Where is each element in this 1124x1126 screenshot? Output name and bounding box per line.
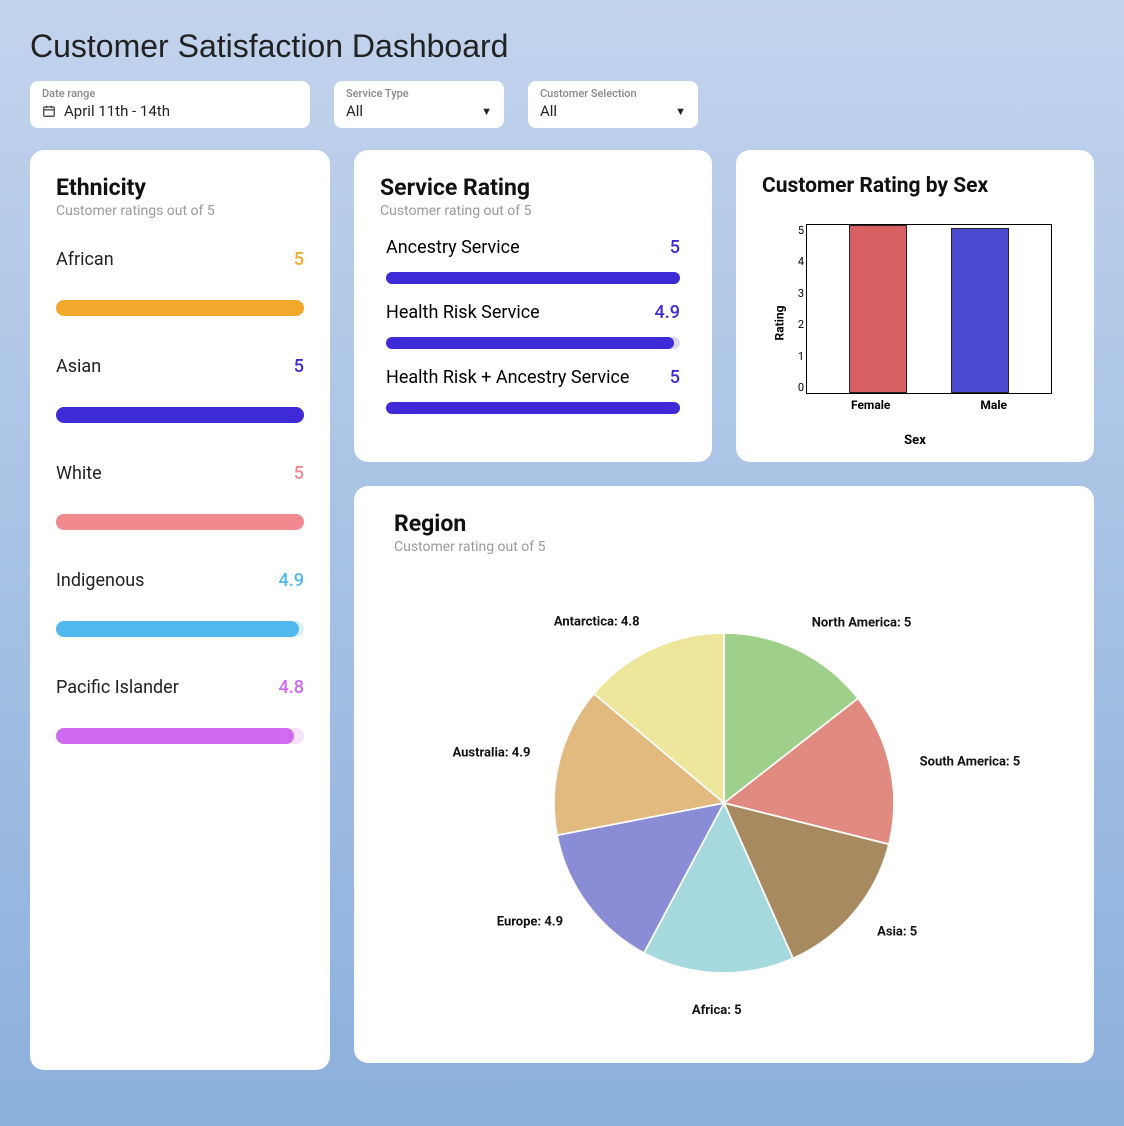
x-tick: Female [851, 398, 890, 412]
service-bar [386, 337, 680, 349]
region-title: Region [394, 510, 1054, 537]
ethnicity-item-name: African [56, 249, 114, 270]
ethnicity-bar [56, 728, 304, 744]
ethnicity-item: Pacific Islander 4.8 [56, 677, 304, 744]
ethnicity-bar [56, 407, 304, 423]
sex-bar-female [849, 225, 907, 393]
ethnicity-subtitle: Customer ratings out of 5 [56, 203, 304, 219]
ethnicity-item-name: Pacific Islander [56, 677, 179, 698]
service-bar [386, 272, 680, 284]
pie-label: Africa: 5 [692, 1003, 742, 1018]
service-item: Health Risk Service 4.9 [380, 302, 686, 349]
date-range-value: April 11th - 14th [64, 102, 170, 120]
sex-chart-ylabel: Rating [772, 306, 786, 341]
sex-bar-male [951, 228, 1009, 393]
ethnicity-bar [56, 621, 304, 637]
ethnicity-item: Asian 5 [56, 356, 304, 423]
date-range-filter[interactable]: Date range April 11th - 14th [30, 81, 310, 128]
date-range-label: Date range [42, 87, 298, 100]
customer-selection-label: Customer Selection [540, 87, 686, 100]
chevron-down-icon: ▼ [481, 105, 492, 118]
ethnicity-item-name: Indigenous [56, 570, 144, 591]
chevron-down-icon: ▼ [675, 105, 686, 118]
ethnicity-item-value: 4.8 [279, 677, 304, 698]
ethnicity-card: Ethnicity Customer ratings out of 5 Afri… [30, 150, 330, 1070]
pie-label: Australia: 4.9 [452, 745, 530, 760]
ethnicity-item-name: Asian [56, 356, 101, 377]
customer-selection-value: All [540, 102, 557, 120]
service-item-name: Health Risk + Ancestry Service [386, 367, 629, 388]
service-type-filter[interactable]: Service Type All ▼ [334, 81, 504, 128]
service-item-value: 5 [670, 367, 680, 388]
filters-row: Date range April 11th - 14th Service Typ… [30, 81, 1094, 128]
region-card: Region Customer rating out of 5 North Am… [354, 486, 1094, 1063]
ethnicity-item-value: 4.9 [279, 570, 304, 591]
pie-label: North America: 5 [812, 616, 912, 631]
sex-bar-chart: Rating 012345 FemaleMale Sex [770, 218, 1060, 428]
service-item: Ancestry Service 5 [380, 237, 686, 284]
calendar-icon [42, 104, 56, 118]
ethnicity-item-value: 5 [294, 463, 304, 484]
y-tick: 4 [788, 255, 804, 268]
service-item-value: 5 [670, 237, 680, 258]
ethnicity-item-value: 5 [294, 249, 304, 270]
y-tick: 1 [788, 350, 804, 363]
service-rating-card: Service Rating Customer rating out of 5 … [354, 150, 712, 462]
ethnicity-item: African 5 [56, 249, 304, 316]
ethnicity-bar [56, 300, 304, 316]
ethnicity-item: White 5 [56, 463, 304, 530]
sex-rating-title: Customer Rating by Sex [762, 174, 1068, 198]
y-tick: 5 [788, 224, 804, 237]
ethnicity-item-value: 5 [294, 356, 304, 377]
sex-rating-card: Customer Rating by Sex Rating 0 1 2 3 4 5 Fem… [736, 150, 1094, 462]
ethnicity-bar [56, 514, 304, 530]
x-tick: Male [980, 398, 1007, 412]
service-type-value: All [346, 102, 363, 120]
service-item-name: Ancestry Service [386, 237, 520, 258]
region-subtitle: Customer rating out of 5 [394, 539, 1054, 555]
sex-chart-xlabel: Sex [904, 433, 926, 448]
service-type-label: Service Type [346, 87, 492, 100]
region-pie-chart: North America: 5South America: 5Asia: 5A… [394, 573, 1054, 1033]
ethnicity-title: Ethnicity [56, 174, 304, 201]
y-tick: 0 [788, 381, 804, 394]
service-item-name: Health Risk Service [386, 302, 540, 323]
service-item-value: 4.9 [655, 302, 680, 323]
y-tick: 2 [788, 318, 804, 331]
page-title: Customer Satisfaction Dashboard [30, 28, 1094, 65]
pie-label: South America: 5 [920, 754, 1021, 769]
y-tick: 3 [788, 287, 804, 300]
service-rating-title: Service Rating [380, 174, 686, 201]
service-bar [386, 402, 680, 414]
customer-selection-filter[interactable]: Customer Selection All ▼ [528, 81, 698, 128]
ethnicity-item-name: White [56, 463, 102, 484]
pie-label: Antarctica: 4.8 [554, 614, 640, 629]
service-rating-subtitle: Customer rating out of 5 [380, 203, 686, 219]
service-item: Health Risk + Ancestry Service 5 [380, 367, 686, 414]
ethnicity-item: Indigenous 4.9 [56, 570, 304, 637]
